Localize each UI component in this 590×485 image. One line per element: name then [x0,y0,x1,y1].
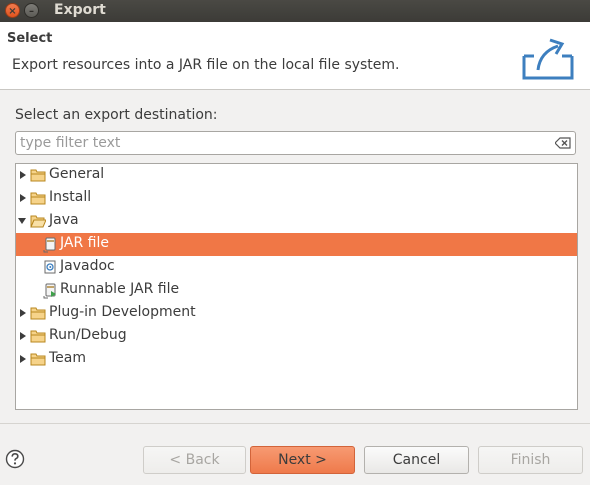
folder-icon [30,353,46,366]
tree-item-label: General [49,166,105,182]
tree-item-runnable-jar-file[interactable]: Runnable JAR file [16,279,577,302]
expand-arrow-icon[interactable] [18,354,28,364]
back-button[interactable]: < Back [143,446,246,474]
footer-divider [0,423,590,424]
runnable-jar-icon [43,283,56,299]
tree-item-label: Run/Debug [49,327,127,343]
tree-item-install[interactable]: Install [16,187,577,210]
tree-item-label: Plug-in Development [49,304,196,320]
folder-icon [30,192,46,205]
next-button[interactable]: Next > [250,446,355,474]
jar-file-icon [43,237,56,253]
filter-field [15,131,576,155]
tree-item-plug-in-development[interactable]: Plug-in Development [16,302,577,325]
export-destination-tree[interactable]: General Install Java JAR file Javadoc Ru… [15,163,578,410]
folder-icon [30,330,46,343]
wizard-header: Select Export resources into a JAR file … [0,22,590,90]
tree-item-label: Java [49,212,79,228]
title-bar: × – Export [0,0,590,22]
folder-icon [30,307,46,320]
tree-item-javadoc[interactable]: Javadoc [16,256,577,279]
open-folder-icon [30,215,46,228]
tree-item-run-debug[interactable]: Run/Debug [16,325,577,348]
collapse-arrow-icon[interactable] [17,216,27,226]
tree-item-label: Team [49,350,87,366]
tree-item-java[interactable]: Java [16,210,577,233]
minimize-window-button[interactable]: – [24,3,39,18]
page-title: Select [7,31,53,46]
expand-arrow-icon[interactable] [18,331,28,341]
expand-arrow-icon[interactable] [18,193,28,203]
window-title: Export [54,2,106,18]
expand-arrow-icon[interactable] [18,170,28,180]
export-wizard-icon [522,38,574,80]
finish-button[interactable]: Finish [478,446,583,474]
javadoc-icon [44,260,56,274]
tree-item-label: JAR file [60,235,109,251]
filter-input[interactable] [20,134,550,152]
tree-item-label: Install [49,189,92,205]
tree-item-team[interactable]: Team [16,348,577,371]
page-description: Export resources into a JAR file on the … [12,57,400,73]
tree-item-label: Runnable JAR file [60,281,180,297]
tree-item-general[interactable]: General [16,164,577,187]
cancel-button[interactable]: Cancel [364,446,469,474]
expand-arrow-icon[interactable] [18,308,28,318]
help-icon[interactable] [5,449,25,469]
clear-filter-icon[interactable] [555,137,571,149]
close-window-button[interactable]: × [5,3,20,18]
tree-item-jar-file[interactable]: JAR file [16,233,577,256]
folder-icon [30,169,46,182]
destination-label: Select an export destination: [15,107,218,123]
tree-item-label: Javadoc [60,258,115,274]
